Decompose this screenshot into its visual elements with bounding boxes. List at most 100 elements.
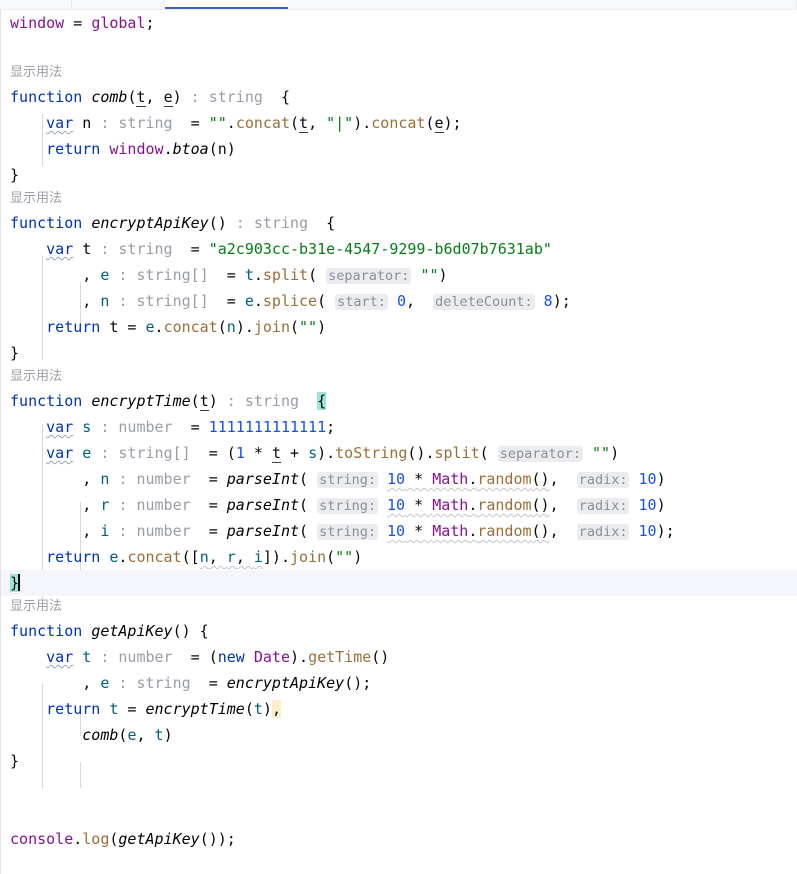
token-keyword-function: function [10,392,83,410]
inlay-hint-separator: separator: [326,268,412,284]
editor-tab-4[interactable] [288,0,797,9]
token-fn-comb: comb [82,726,119,744]
code-line-19[interactable]: return e.concat([n, r, i]).join("") [1,544,797,570]
inlay-type-string: : string [181,88,263,106]
code-line-14[interactable]: var s : number = 1111111111111; [1,414,797,440]
token-global-math: Math [432,522,469,540]
code-line-4[interactable]: var n : string = "".concat(t, "|").conca… [1,110,797,136]
code-line-18[interactable]: , i : number = parseInt( string: 10 * Ma… [1,518,797,544]
inlay-hint-deletecount: deleteCount: [433,294,535,310]
token-method-random: random [477,470,532,488]
code-line-17[interactable]: , r : number = parseInt( string: 10 * Ma… [1,492,797,518]
token-window: window [10,14,65,32]
inlay-type-string: : string [226,214,309,232]
code-line-29[interactable]: console.log(getApiKey()); [1,826,797,852]
token-num-radix: 10 [638,522,657,540]
token-string-pipe: "|" [326,114,354,132]
code-line-22[interactable]: var t : number = (new Date).getTime() [1,644,797,670]
token-window: window [109,140,164,158]
codevision-show-usages-comb[interactable]: 显示用法 [1,62,797,84]
token-param-t: t [199,392,209,411]
token-num-radix: 10 [638,470,657,488]
code-line-20-current[interactable]: } [1,570,797,596]
inlay-hint-string: string: [317,524,378,540]
code-line-27[interactable] [1,774,797,800]
token-global-math: Math [432,470,469,488]
token-fn-encryptapikey: encryptApiKey [91,214,209,232]
code-line-13[interactable]: function encryptTime(t) : string { [1,388,797,414]
codevision-show-usages-getapikey[interactable]: 显示用法 [1,596,797,618]
token-method-btoa: btoa [172,140,209,158]
code-line-5[interactable]: return window.btoa(n) [1,136,797,162]
code-line-11[interactable]: return t = e.concat(n).join("") [1,314,797,340]
token-ident-i: i [253,548,263,566]
token-ident-t: t [253,700,263,718]
token-method-splice: splice [262,292,318,310]
codevision-label: 显示用法 [10,191,63,206]
token-global: global [91,14,146,32]
inlay-hint-radix: radix: [576,472,630,488]
token-global-console: console [10,830,74,848]
token-method-concat: concat [127,548,182,566]
code-line-10[interactable]: , n : string[] = e.splice( start: 0, del… [1,288,797,314]
code-line-6[interactable]: } [1,162,797,188]
codevision-show-usages-encryptapikey[interactable]: 显示用法 [1,188,797,210]
editor-tab-strip[interactable] [0,0,797,10]
token-method-join: join [290,548,327,566]
token-method-split: split [434,444,480,462]
token-ident-r: r [226,548,236,566]
code-line-16[interactable]: , n : number = parseInt( string: 10 * Ma… [1,466,797,492]
inlay-type-string: : string [217,392,300,410]
token-param-t: t [271,444,281,463]
code-line-28-spacer[interactable] [1,800,797,826]
token-string-empty: "" [592,444,611,462]
token-fn-encryptapikey: encryptApiKey [226,674,345,692]
code-line-26[interactable]: } [1,748,797,774]
codevision-show-usages-encrypttime[interactable]: 显示用法 [1,366,797,388]
inlay-hint-start: start: [335,294,388,310]
code-line-3[interactable]: function comb(t, e) : string { [1,84,797,110]
token-param-t: t [299,114,309,133]
inlay-type-number: : number [109,496,191,514]
code-line-24[interactable]: return t = encryptTime(t), [1,696,797,722]
code-editor[interactable]: window = global; 显示用法 function comb(t, e… [0,10,797,874]
token-method-concat: concat [235,114,290,132]
editor-tab-1[interactable] [0,0,72,9]
token-ident-t: t [154,726,164,744]
code-line-8[interactable]: var t : string = "a2c903cc-b31e-4547-929… [1,236,797,262]
token-ident-n: n [199,548,209,566]
token-fn-parseint: parseInt [226,496,300,514]
code-line-12[interactable]: } [1,340,797,366]
token-keyword-var: var [46,648,74,666]
editor-tab-active[interactable] [165,0,288,9]
token-string-empty: "" [208,114,227,132]
code-line-23[interactable]: , e : string = encryptApiKey(); [1,670,797,696]
code-line-7[interactable]: function encryptApiKey() : string { [1,210,797,236]
code-line-1[interactable]: window = global; [1,10,797,36]
token-fn-getapikey: getApiKey [118,830,200,848]
token-keyword-function: function [10,88,83,106]
token-keyword-var: var [46,114,74,132]
code-line-15[interactable]: var e : string[] = (1 * t + s).toString(… [1,440,797,466]
editor-tab-2[interactable] [72,0,165,9]
token-num-10: 10 [387,496,406,514]
inlay-type-string: : string [109,674,191,692]
token-num-radix: 10 [638,496,657,514]
code-line-25[interactable]: comb(e, t) [1,722,797,748]
code-line-21[interactable]: function getApiKey() { [1,618,797,644]
code-line-2[interactable] [1,36,797,62]
inlay-type-number: : number [109,522,191,540]
token-keyword-function: function [10,214,83,232]
codevision-label: 显示用法 [10,369,63,384]
token-num-10: 10 [387,470,406,488]
token-keyword-new: new [217,648,245,666]
inlay-type-number: : number [91,648,173,666]
token-ident-s: s [308,444,318,462]
token-keyword-var: var [46,240,74,258]
code-line-9[interactable]: , e : string[] = t.split( separator: "") [1,262,797,288]
token-global-date: Date [253,648,290,666]
token-method-join: join [253,318,290,336]
token-method-log: log [82,830,110,848]
token-string-empty: "" [420,266,439,284]
token-fn-encrypttime: encryptTime [145,700,245,718]
